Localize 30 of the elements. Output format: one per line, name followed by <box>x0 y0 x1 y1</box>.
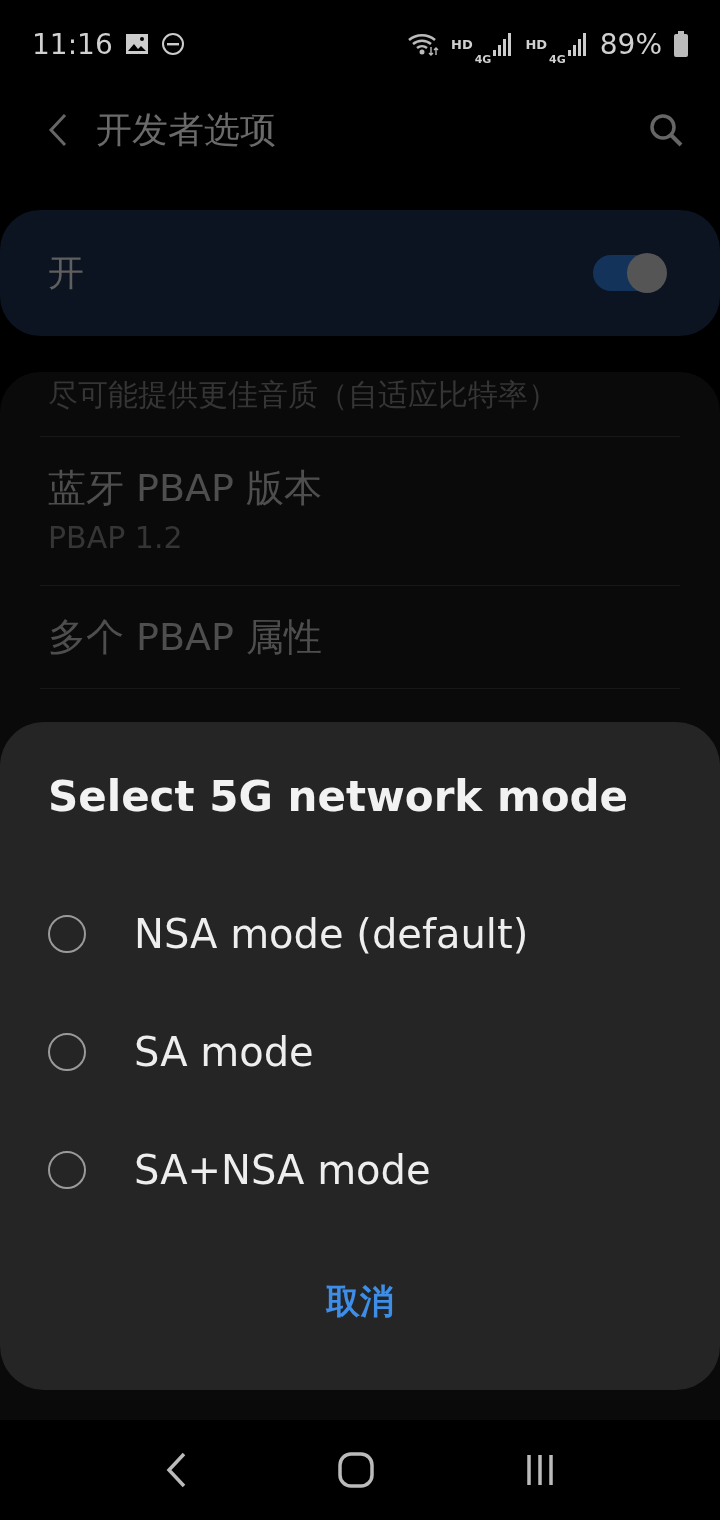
network-type: 4G <box>474 52 492 66</box>
setting-title[interactable]: 蓝牙 PBAP 版本 <box>48 461 672 515</box>
setting-title[interactable]: 多个 PBAP 属性 <box>48 610 672 664</box>
signal-icon <box>567 32 588 56</box>
hd-label: HD <box>525 36 548 52</box>
back-icon[interactable] <box>165 1452 188 1488</box>
signal-icon <box>493 32 514 56</box>
clock-time: 11:16 <box>32 27 113 61</box>
battery-percent: 89% <box>599 27 662 61</box>
recent-apps-icon[interactable] <box>524 1453 555 1487</box>
search-icon[interactable] <box>648 112 684 148</box>
radio-icon[interactable] <box>48 1151 86 1189</box>
battery-icon <box>674 31 688 57</box>
network-type: 4G <box>549 52 566 66</box>
image-icon <box>124 33 149 55</box>
radio-option[interactable]: NSA mode (default) <box>0 875 720 993</box>
hd-label: HD <box>451 36 473 52</box>
wifi-icon <box>407 31 440 57</box>
master-switch-card[interactable]: 开 <box>0 210 720 336</box>
dialog-title: Select 5G network mode <box>47 772 630 821</box>
radio-icon[interactable] <box>48 1033 86 1071</box>
cancel-button[interactable]: 取消 <box>296 1267 424 1337</box>
switch-label: 开 <box>48 250 85 295</box>
toggle-switch[interactable] <box>593 255 665 291</box>
do-not-disturb-icon <box>160 32 185 56</box>
radio-option[interactable]: SA mode <box>0 993 720 1111</box>
radio-icon[interactable] <box>48 915 86 953</box>
screen-title: 开发者选项 <box>96 107 277 152</box>
home-icon[interactable] <box>338 1452 374 1488</box>
radio-option[interactable]: SA+NSA mode <box>0 1111 720 1229</box>
